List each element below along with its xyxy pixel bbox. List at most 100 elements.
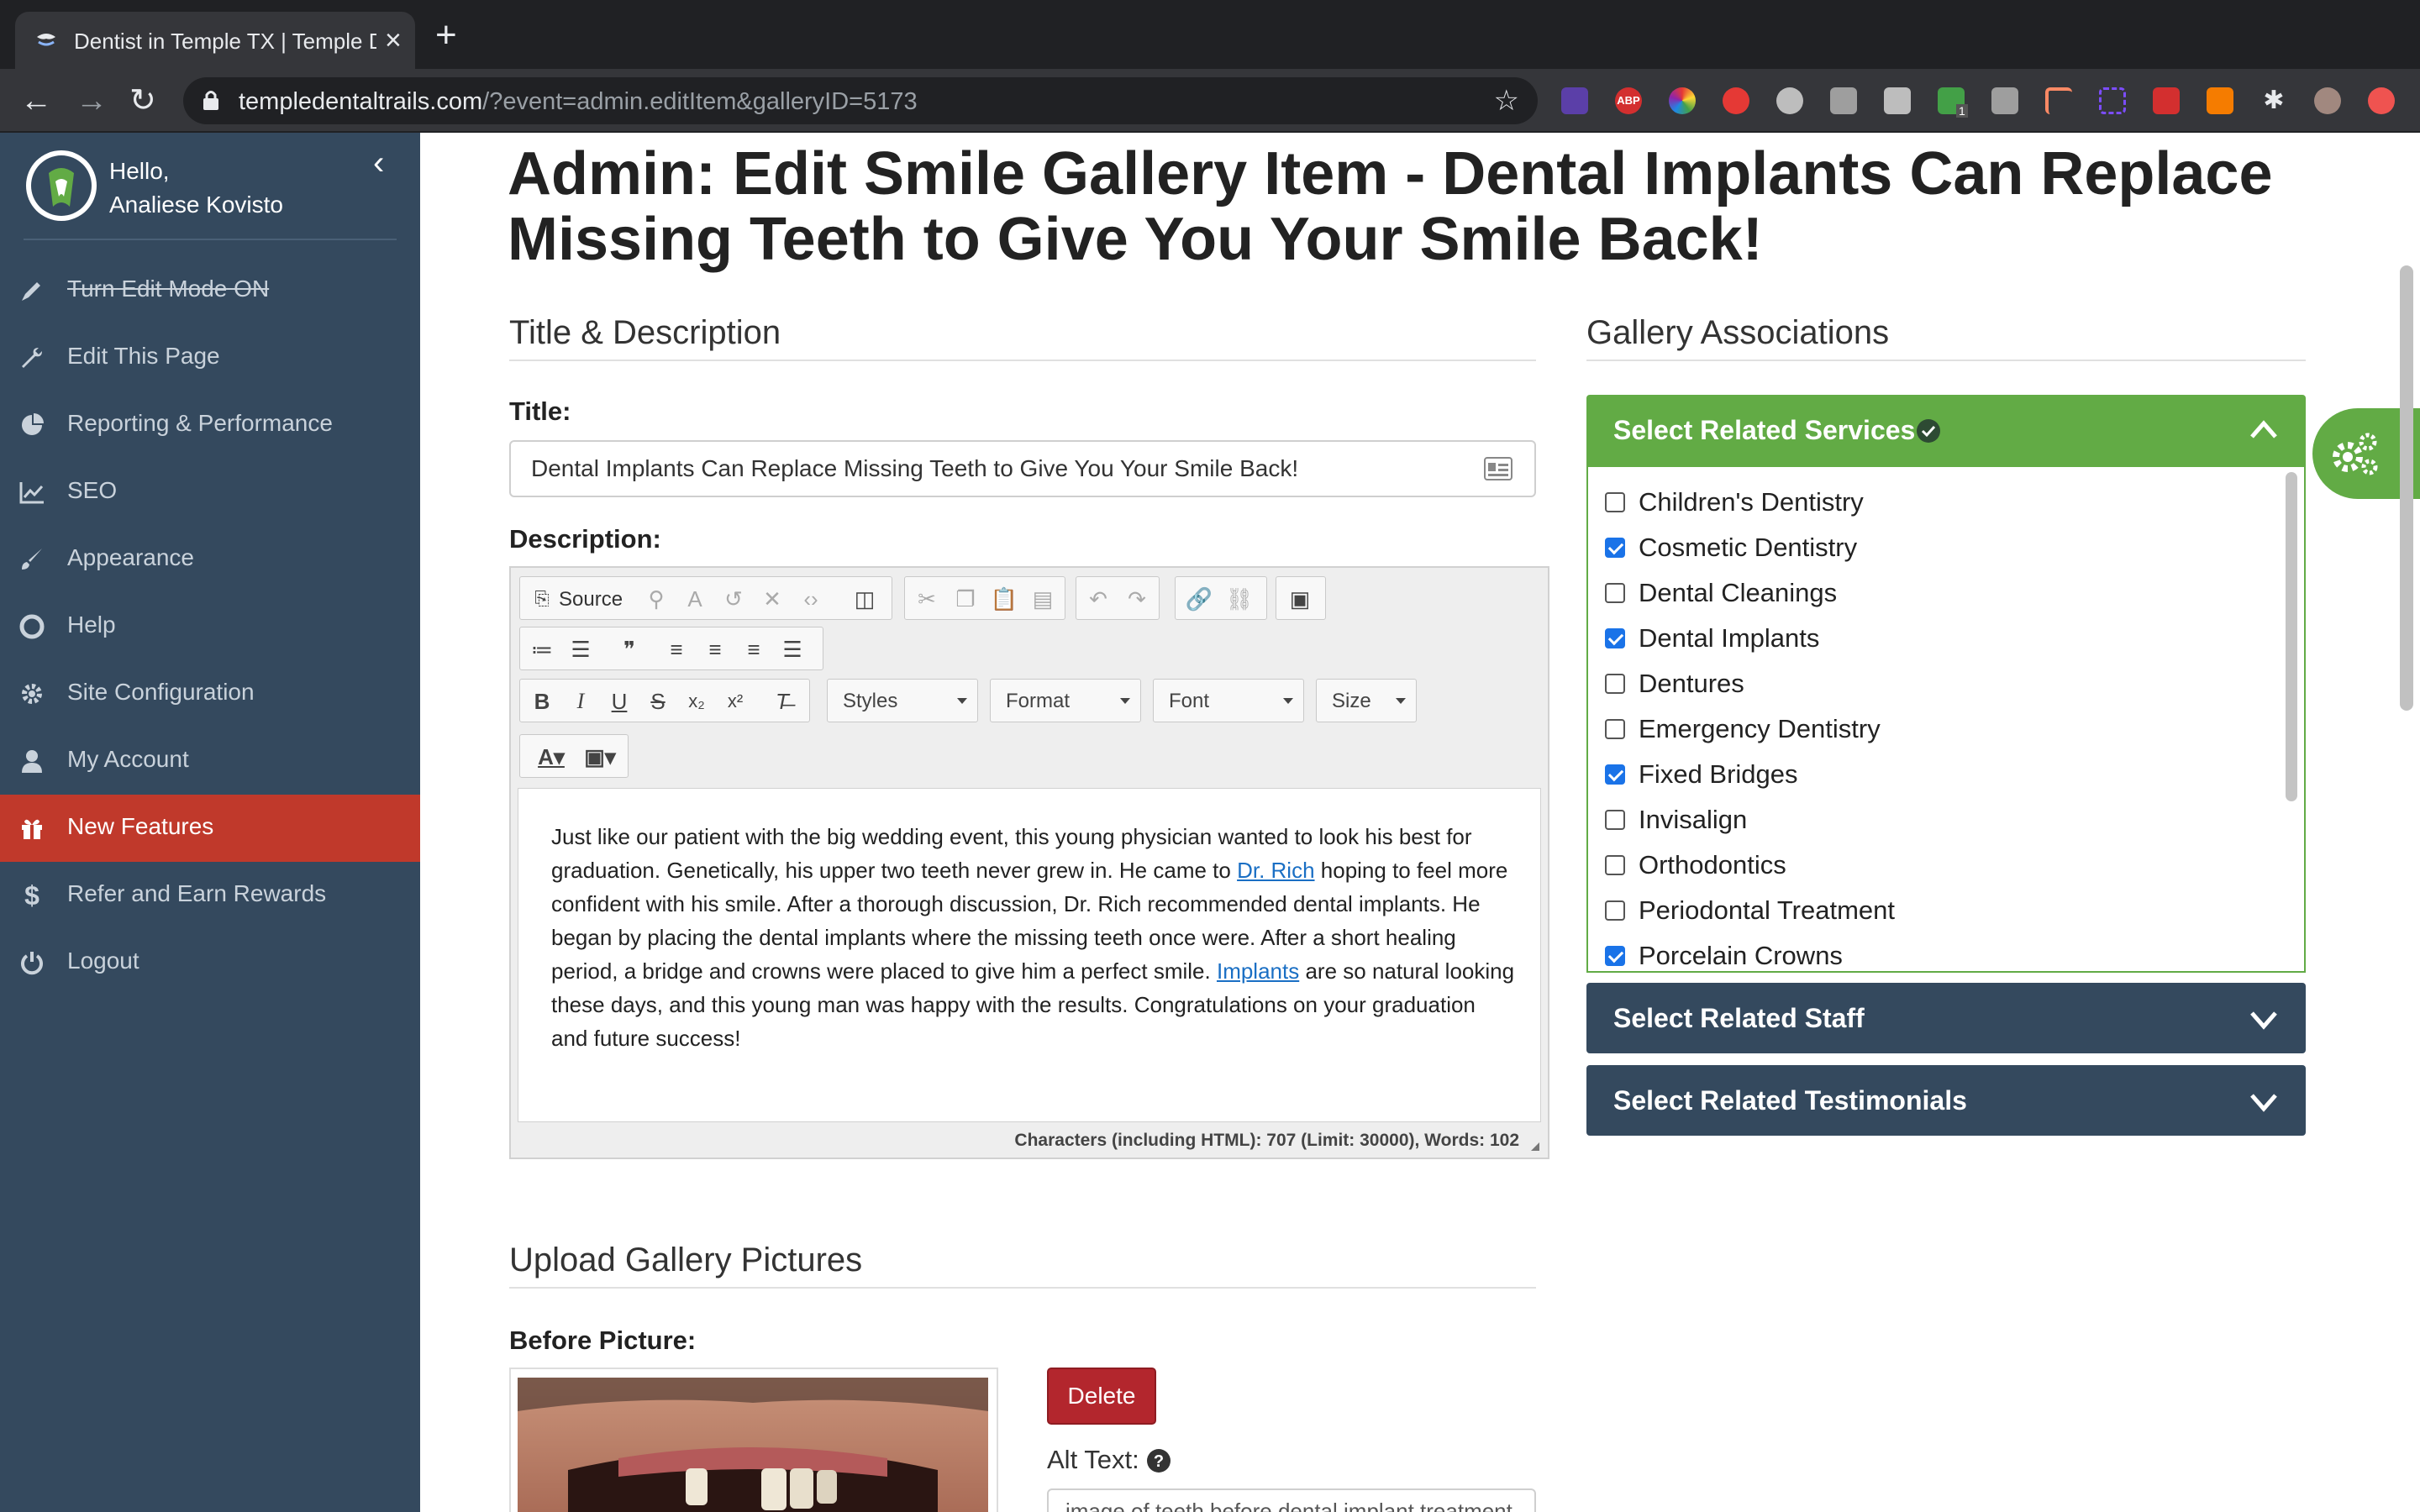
reload-icon[interactable]: ↻ xyxy=(129,84,156,118)
implants-link[interactable]: Implants xyxy=(1217,958,1299,984)
description-text[interactable]: Just like our patient with the big weddi… xyxy=(551,820,1518,1055)
background-color-icon[interactable]: ▣▾ xyxy=(577,742,623,772)
link-icon[interactable]: 🔗 xyxy=(1184,584,1214,614)
align-left-icon[interactable]: ≡ xyxy=(661,634,692,664)
service-option[interactable]: Orthodontics xyxy=(1605,843,2244,889)
service-option[interactable]: Emergency Dentistry xyxy=(1605,707,2244,753)
clear-format-icon[interactable]: T̶ xyxy=(767,686,797,717)
dots-extension-icon[interactable] xyxy=(2153,87,2180,114)
sidebar-item-site-config[interactable]: Site Configuration xyxy=(0,660,420,727)
service-checkbox[interactable] xyxy=(1605,719,1625,739)
cut-icon[interactable]: ✂ xyxy=(912,584,942,614)
replace-icon[interactable]: A xyxy=(680,584,710,614)
camera-extension-icon[interactable] xyxy=(1884,87,1911,114)
dr-rich-link[interactable]: Dr. Rich xyxy=(1237,858,1314,883)
strikethrough-icon[interactable]: S xyxy=(643,686,673,717)
sidebar-item-new-features[interactable]: New Features xyxy=(0,795,420,862)
service-option[interactable]: Invisalign xyxy=(1605,798,2244,843)
font-dropdown[interactable]: Font xyxy=(1153,679,1304,722)
title-input[interactable]: Dental Implants Can Replace Missing Teet… xyxy=(509,440,1536,497)
related-testimonials-panel-header[interactable]: Select Related Testimonials xyxy=(1586,1065,2306,1136)
address-bar[interactable]: templedentaltrails.com/?event=admin.edit… xyxy=(183,77,1538,124)
sidebar-item-my-account[interactable]: My Account xyxy=(0,727,420,795)
new-tab-button[interactable]: + xyxy=(435,17,457,54)
k-extension-icon[interactable] xyxy=(1991,87,2018,114)
delete-before-picture-button[interactable]: Delete xyxy=(1047,1368,1156,1425)
redo-icon[interactable]: ↷ xyxy=(1122,584,1152,614)
sidebar-item-logout[interactable]: Logout xyxy=(0,929,420,996)
paste-icon[interactable]: 📋 xyxy=(989,584,1019,614)
sidebar-item-edit-page[interactable]: Edit This Page xyxy=(0,324,420,391)
service-option[interactable]: Dental Implants xyxy=(1605,617,2244,662)
service-checkbox[interactable] xyxy=(1605,946,1625,966)
align-center-icon[interactable]: ≡ xyxy=(700,634,730,664)
screen-extension-icon[interactable] xyxy=(1830,87,1857,114)
service-option[interactable]: Porcelain Crowns xyxy=(1605,934,2244,971)
question-circle-icon[interactable]: ? xyxy=(1146,1448,1171,1473)
service-checkbox[interactable] xyxy=(1605,900,1625,921)
color-picker-extension-icon[interactable] xyxy=(1669,87,1696,114)
adblock-plus-icon[interactable]: ABP xyxy=(1615,87,1642,114)
back-arrow-icon[interactable]: ← xyxy=(20,84,52,118)
unlink-icon[interactable]: ⛓ xyxy=(1224,584,1255,614)
stop-hand-extension-icon[interactable] xyxy=(1723,87,1749,114)
undo-format-icon[interactable]: ↺ xyxy=(718,584,749,614)
tab-close-icon[interactable]: × xyxy=(385,24,402,57)
service-checkbox[interactable] xyxy=(1605,810,1625,830)
styles-dropdown[interactable]: Styles xyxy=(827,679,978,722)
service-checkbox[interactable] xyxy=(1605,583,1625,603)
related-services-panel-header[interactable]: Select Related Services xyxy=(1586,395,2306,467)
services-scrollbar[interactable] xyxy=(2286,472,2297,801)
keepa-extension-icon[interactable] xyxy=(2207,87,2233,114)
service-option[interactable]: Cosmetic Dentistry xyxy=(1605,526,2244,571)
editor-resize-handle[interactable] xyxy=(1531,1142,1539,1151)
update-icon[interactable] xyxy=(2368,87,2395,114)
remove-format-icon[interactable]: ✕ xyxy=(757,584,787,614)
bold-icon[interactable]: B xyxy=(527,686,557,717)
selection-extension-icon[interactable] xyxy=(2099,87,2126,114)
service-checkbox[interactable] xyxy=(1605,855,1625,875)
code-icon[interactable]: ‹› xyxy=(796,584,826,614)
subscript-icon[interactable]: x₂ xyxy=(681,686,712,717)
profile-avatar[interactable] xyxy=(2314,87,2341,114)
paste-text-icon[interactable]: ▤ xyxy=(1028,584,1058,614)
settings-extension-icon[interactable] xyxy=(1776,87,1803,114)
underline-icon[interactable]: U xyxy=(604,686,634,717)
forward-arrow-icon[interactable]: → xyxy=(76,84,108,118)
find-icon[interactable]: ⚲ xyxy=(641,584,671,614)
bookmark-star-icon[interactable]: ☆ xyxy=(1494,84,1519,118)
undo-icon[interactable]: ↶ xyxy=(1083,584,1113,614)
justify-icon[interactable]: ☰ xyxy=(777,634,808,664)
format-dropdown[interactable]: Format xyxy=(990,679,1141,722)
service-checkbox[interactable] xyxy=(1605,764,1625,785)
service-checkbox[interactable] xyxy=(1605,492,1625,512)
shield-extension-icon[interactable]: 1 xyxy=(1938,87,1968,118)
sidebar-item-edit-mode[interactable]: Turn Edit Mode ON xyxy=(0,257,420,324)
service-option[interactable]: Dentures xyxy=(1605,662,2244,707)
numbered-list-icon[interactable]: ≔ xyxy=(527,634,557,664)
preview-icon[interactable]: ◫ xyxy=(850,584,880,614)
align-right-icon[interactable]: ≡ xyxy=(739,634,769,664)
service-option[interactable]: Periodontal Treatment xyxy=(1605,889,2244,934)
page-scrollbar[interactable] xyxy=(2400,265,2413,711)
browser-tab[interactable]: Dentist in Temple TX | Temple Dental Tra… xyxy=(15,12,415,69)
italic-icon[interactable]: I xyxy=(566,686,596,717)
service-checkbox[interactable] xyxy=(1605,538,1625,558)
extension-folder-icon[interactable] xyxy=(1561,87,1588,114)
alt-text-input[interactable]: image of teeth before dental implant tre… xyxy=(1047,1488,1536,1512)
service-option[interactable]: Children's Dentistry xyxy=(1605,480,2244,526)
sidebar-item-refer-earn[interactable]: $ Refer and Earn Rewards xyxy=(0,862,420,929)
service-checkbox[interactable] xyxy=(1605,628,1625,648)
puzzle-extensions-icon[interactable]: ✱ xyxy=(2260,87,2287,114)
related-staff-panel-header[interactable]: Select Related Staff xyxy=(1586,983,2306,1053)
sidebar-item-reporting[interactable]: Reporting & Performance xyxy=(0,391,420,459)
size-dropdown[interactable]: Size xyxy=(1316,679,1417,722)
service-option[interactable]: Fixed Bridges xyxy=(1605,753,2244,798)
service-checkbox[interactable] xyxy=(1605,674,1625,694)
source-button[interactable]: Source xyxy=(559,588,623,612)
sidebar-item-seo[interactable]: SEO xyxy=(0,459,420,526)
copy-icon[interactable]: ❐ xyxy=(950,584,981,614)
blockquote-icon[interactable]: ❞ xyxy=(614,634,644,664)
crop-extension-icon[interactable] xyxy=(2045,87,2072,114)
sidebar-item-help[interactable]: Help xyxy=(0,593,420,660)
